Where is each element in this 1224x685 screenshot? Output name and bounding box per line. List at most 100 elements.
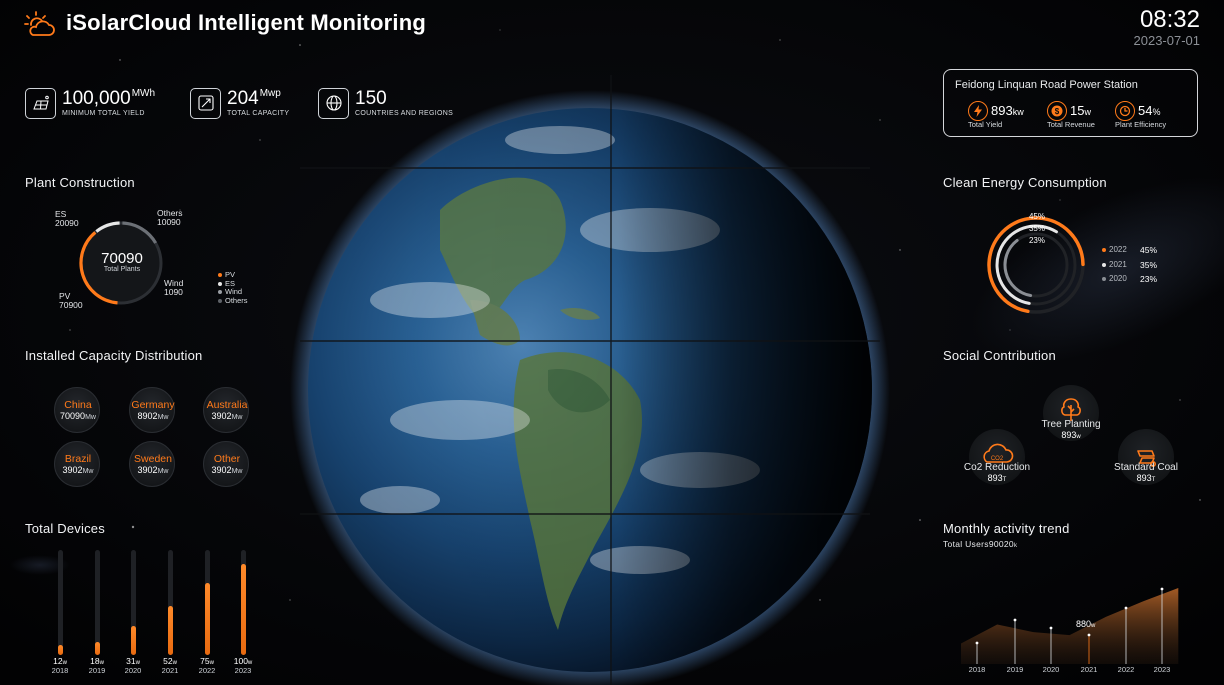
legend-item: 2022 45% (1102, 243, 1157, 258)
trend-point[interactable] (1087, 633, 1091, 637)
capacity-bubble-other[interactable]: Other 3902Mw (203, 441, 249, 487)
segment-value: 1090 (164, 287, 183, 298)
segment-value: 70900 (59, 300, 83, 311)
social-label: Standard Coal (1114, 462, 1178, 473)
device-bar[interactable] (130, 625, 136, 655)
device-bar-track (204, 550, 210, 655)
device-bar[interactable] (57, 644, 63, 655)
device-value: 100w (233, 656, 253, 666)
callout-unit: w (1091, 623, 1096, 629)
trend-point[interactable] (975, 641, 979, 645)
plant-label-pv: PV 70900 (59, 291, 83, 311)
capacity-bubble-australia[interactable]: Australia 3902Mw (203, 387, 249, 433)
legend-year: 2020 (1109, 274, 1127, 283)
stat-value: 204 (227, 88, 259, 109)
plant-label-es: ES 20090 (55, 209, 79, 229)
device-bar-track (240, 550, 246, 655)
plant-total-label: Total Plants (103, 266, 141, 273)
device-bar[interactable] (204, 582, 210, 655)
bubble-name: China (64, 399, 92, 411)
plant-label-others: Others 10090 (157, 208, 183, 228)
station-unit: % (1152, 107, 1161, 117)
station-value: 15 (1070, 103, 1085, 118)
capacity-bubble-sweden[interactable]: Sweden 3902Mw (129, 441, 175, 487)
legend-value: 45% (1140, 245, 1158, 255)
bubble-name: Australia (206, 399, 248, 411)
plant-legend: PV ES Wind Others (218, 270, 248, 306)
station-value: 893 (991, 103, 1013, 118)
bubble-value: 3902 (137, 465, 158, 475)
trend-callout: 880w (1076, 619, 1095, 629)
legend-year: 2022 (1109, 245, 1127, 254)
monthly-trend-chart (961, 587, 1179, 664)
legend-item: 2021 35% (1102, 258, 1157, 273)
users-unit: k (1013, 543, 1018, 549)
device-year: 2021 (161, 666, 179, 675)
trend-area (961, 588, 1179, 664)
device-year: 2023 (234, 666, 252, 675)
social-value: 893 (1061, 430, 1077, 440)
trend-point[interactable] (1013, 618, 1017, 622)
legend-value: 23% (1140, 274, 1158, 284)
legend-value: 35% (1140, 259, 1158, 270)
station-value: 54 (1138, 103, 1153, 118)
device-bar-track (94, 550, 100, 655)
social-value: 893 (1136, 473, 1152, 483)
plant-total-value: 70090 (101, 250, 143, 267)
solar-panel-icon (25, 87, 56, 119)
stat-label: COUNTRIES AND REGIONS (355, 110, 454, 117)
trend-year: 2019 (1006, 665, 1024, 674)
stat-total-capacity: 204 Mwp TOTAL CAPACITY (190, 86, 289, 120)
plant-construction-title: Plant Construction (25, 175, 135, 190)
trend-year: 2021 (1080, 665, 1098, 674)
social-contribution-title: Social Contribution (943, 348, 1056, 363)
device-bar-track (57, 550, 63, 655)
trend-point[interactable] (1049, 626, 1053, 630)
capacity-bubble-china[interactable]: China 70090Mw (54, 387, 100, 433)
legend-item: Others (218, 296, 248, 306)
bubble-name: Other (213, 453, 241, 465)
station-unit: kw (1012, 107, 1024, 117)
bubble-value: 3902 (211, 465, 232, 475)
bubble-unit: Mw (157, 414, 169, 421)
app-title: iSolarCloud Intelligent Monitoring (66, 10, 426, 35)
station-card[interactable]: Feidong Linquan Road Power Station 893kw… (943, 69, 1198, 137)
capacity-bubble-brazil[interactable]: Brazil 3902Mw (54, 441, 100, 487)
device-year: 2020 (124, 666, 142, 675)
clock-date: 2023-07-01 (1133, 33, 1201, 48)
trend-year: 2020 (1042, 665, 1060, 674)
device-value: 12w (53, 656, 67, 666)
bubble-unit: Mw (231, 468, 243, 475)
trend-year: 2022 (1117, 665, 1135, 674)
device-year: 2019 (88, 666, 106, 675)
clock-time: 08:32 (1139, 6, 1200, 33)
callout-value: 880 (1076, 619, 1092, 629)
stat-value: 100,000 (62, 88, 131, 109)
device-bar[interactable] (94, 642, 100, 655)
device-bar[interactable] (167, 605, 173, 655)
stat-unit: MWh (131, 88, 156, 99)
dollar-icon: $ (1047, 101, 1067, 121)
stat-unit: Mwp (259, 88, 281, 99)
stat-value: 150 (355, 88, 387, 109)
device-value: 18w (90, 656, 104, 666)
ring-label: 35% (1028, 224, 1045, 233)
total-users: Total Users90020k (943, 539, 1017, 549)
monthly-trend-title: Monthly activity trend (943, 521, 1070, 536)
social-value: 893 (987, 473, 1003, 483)
users-value: 90020 (988, 539, 1014, 549)
total-devices-title: Total Devices (25, 521, 105, 536)
segment-value: 10090 (157, 217, 181, 228)
stat-label: MINIMUM TOTAL YIELD (62, 110, 145, 117)
stat-label: TOTAL CAPACITY (227, 110, 290, 117)
trend-point[interactable] (1160, 587, 1164, 591)
lightning-icon (968, 101, 988, 121)
device-bar-track (167, 550, 173, 655)
legend-item: 2020 23% (1102, 272, 1157, 287)
legend-year: 2021 (1109, 259, 1127, 269)
device-bar[interactable] (240, 563, 246, 655)
segment-value: 20090 (55, 218, 79, 229)
trend-point[interactable] (1124, 606, 1128, 610)
social-unit: T (1002, 477, 1007, 483)
capacity-bubble-germany[interactable]: Germany 8902Mw (129, 387, 175, 433)
